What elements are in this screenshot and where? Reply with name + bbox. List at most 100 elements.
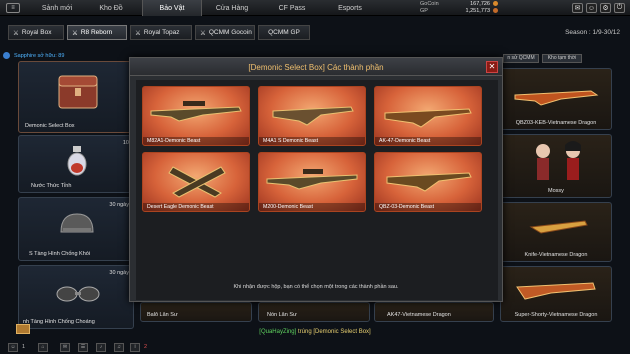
- item-label: Mossy: [548, 188, 564, 194]
- reward-item[interactable]: QBZ-03-Demonic Beast: [374, 152, 482, 212]
- item-label: nh Tàng Hình Chống Choáng: [23, 319, 95, 325]
- bottom-item-card[interactable]: Nón Lân Sư: [258, 302, 370, 322]
- modal-note: Khi nhận được hộp, bạn có thể chọn một t…: [233, 284, 399, 290]
- left-item-card[interactable]: 30 ngày S Tàng Hình Chống Khói: [18, 197, 134, 261]
- top-nav-bar: ≡ Sảnh mới Kho Đồ Bảo Vật Cửa Hàng CF Pa…: [0, 0, 630, 16]
- tab-r8-reborn[interactable]: ⚔ R8 Reborn: [67, 25, 127, 40]
- reward-item-label: Desert Eagle Demonic Beast: [143, 203, 249, 211]
- item-label: QBZ03-KEB-Vietnamese Dragon: [515, 120, 597, 126]
- pistol-icon: [168, 166, 226, 198]
- tab-qcmm-gp[interactable]: QCMM GP: [258, 25, 310, 40]
- tab-icon: ⚔: [200, 29, 206, 37]
- character-icon: [536, 141, 581, 180]
- tab-icon: ⚔: [13, 29, 19, 37]
- reward-item[interactable]: Desert Eagle Demonic Beast: [142, 152, 250, 212]
- modal-title: [Demonic Select Box] Các thành phần: [248, 63, 384, 72]
- season-label: Season : 1/9-30/12: [565, 29, 620, 36]
- nav-shop[interactable]: Cửa Hàng: [202, 0, 262, 16]
- item-label: Demonic Select Box: [25, 123, 75, 129]
- tab-label: Royal Topaz: [143, 29, 180, 36]
- rifle-icon: [514, 90, 599, 106]
- sniper-rifle-icon: [150, 101, 242, 122]
- mail-icon[interactable]: ✉: [60, 343, 70, 352]
- tab-royal-box[interactable]: ⚔ Royal Box: [8, 25, 64, 40]
- bottom-bar: [QuaHayZing] trúng [Demonic Select Box] …: [0, 324, 630, 354]
- right-item-card[interactable]: Super-Shorty-Vietnamese Dragon: [500, 266, 612, 322]
- right-item-card[interactable]: Mossy: [500, 134, 612, 198]
- assault-rifle-icon: [272, 106, 354, 126]
- bullpup-rifle-icon: [386, 172, 472, 192]
- gp-icon: [493, 8, 498, 13]
- item-label: Nước Thức Tỉnh: [31, 183, 72, 189]
- user-icon[interactable]: ☺: [586, 3, 597, 13]
- modal-body: M82A1-Demonic Beast M4A1 S Demonic Beast…: [136, 80, 498, 300]
- left-item-card[interactable]: Demonic Select Box: [18, 61, 134, 133]
- left-item-card[interactable]: 30 ngày nh Tàng Hình Chống Choáng: [18, 265, 134, 329]
- nav-esports[interactable]: Esports: [322, 0, 378, 16]
- treasure-chest-icon: [58, 75, 98, 109]
- item-label: S Tàng Hình Chống Khói: [29, 251, 91, 257]
- shotgun-icon: [516, 282, 596, 300]
- sapphire-icon: [3, 52, 10, 59]
- nav-treasure[interactable]: Bảo Vật: [142, 0, 202, 16]
- history-button[interactable]: n sử QCMM: [503, 54, 539, 63]
- chat-icon[interactable]: ☰: [78, 343, 88, 352]
- right-item-card[interactable]: QBZ03-KEB-Vietnamese Dragon: [500, 68, 612, 130]
- clan-icon[interactable]: ⌂: [38, 343, 48, 352]
- bottom-item-card[interactable]: AK47-Vietnamese Dragon: [374, 302, 494, 322]
- gocoin-icon: [493, 1, 498, 6]
- item-days: 30 ngày: [109, 270, 129, 276]
- friends-icon[interactable]: ☺: [8, 343, 18, 352]
- close-button[interactable]: ✕: [486, 61, 498, 73]
- chest-icon[interactable]: [16, 324, 30, 334]
- mail-icon[interactable]: ✉: [572, 3, 583, 13]
- ak47-icon: [384, 108, 472, 128]
- chat-announcement: [QuaHayZing] trúng [Demonic Select Box]: [0, 329, 630, 335]
- modal-header: [Demonic Select Box] Các thành phần ✕: [130, 58, 502, 76]
- menu-icon[interactable]: ≡: [6, 3, 20, 13]
- count-label: 2: [144, 344, 148, 350]
- gocoin-label: GoCoin: [420, 1, 439, 7]
- item-label: Balô Lân Sư: [147, 312, 178, 318]
- chat-user: [QuaHayZing]: [259, 329, 297, 335]
- left-item-panel: Sapphire sở hữu: 89 Demonic Select Box 1…: [3, 51, 134, 337]
- reward-item-label: QBZ-03-Demonic Beast: [375, 203, 481, 211]
- tab-label: R8 Reborn: [80, 29, 113, 36]
- item-days: 30 ngày: [109, 202, 129, 208]
- temp-storage-button[interactable]: Kho tạm thời: [542, 54, 582, 63]
- reward-item-label: M4A1 S Demonic Beast: [259, 137, 365, 145]
- nav-inventory[interactable]: Kho Đồ: [86, 0, 136, 16]
- gocoin-value: 167,726: [470, 1, 490, 7]
- tab-icon: ⚔: [72, 29, 78, 37]
- nav-cf-pass[interactable]: CF Pass: [262, 0, 322, 16]
- sniper-rifle-icon: [266, 169, 358, 190]
- knife-icon: [529, 220, 588, 234]
- settings-gear-icon[interactable]: ⚙: [600, 3, 611, 13]
- potion-icon: [67, 146, 87, 176]
- reward-item[interactable]: M4A1 S Demonic Beast: [258, 86, 366, 146]
- reward-item[interactable]: M200-Demonic Beast: [258, 152, 366, 212]
- reward-item-label: AK-47-Demonic Beast: [375, 137, 481, 145]
- reward-item[interactable]: AK-47-Demonic Beast: [374, 86, 482, 146]
- tab-label: Royal Box: [21, 29, 52, 36]
- left-item-card[interactable]: 10 Nước Thức Tỉnh: [18, 135, 134, 193]
- chat-text: trúng [Demonic Select Box]: [296, 329, 371, 335]
- sapphire-count: Sapphire sở hữu: 89: [14, 53, 65, 59]
- item-label: Super-Shorty-Vietnamese Dragon: [514, 312, 598, 318]
- info-icon[interactable]: i: [130, 343, 140, 352]
- right-item-card[interactable]: Knife-Vietnamese Dragon: [500, 202, 612, 262]
- item-label: Knife-Vietnamese Dragon: [524, 252, 588, 258]
- currency-display: GoCoin 167,726 GP 1,251,773: [420, 1, 498, 15]
- reward-item[interactable]: M82A1-Demonic Beast: [142, 86, 250, 146]
- nav-lobby[interactable]: Sảnh mới: [28, 0, 86, 16]
- bottom-item-card[interactable]: Balô Lân Sư: [140, 302, 252, 322]
- item-label: AK47-Vietnamese Dragon: [387, 312, 451, 318]
- tab-qcmm-gocoin[interactable]: ⚔ QCMM Gocoin: [195, 25, 255, 40]
- power-icon[interactable]: ⏻: [614, 3, 625, 13]
- mic-icon[interactable]: ♪: [96, 343, 106, 352]
- box-tabs: ⚔ Royal Box ⚔ R8 Reborn ⚔ Royal Topaz ⚔ QCMM…: [0, 25, 630, 41]
- volume-icon[interactable]: ♫: [114, 343, 124, 352]
- count-label: 1: [22, 344, 26, 350]
- tab-royal-topaz[interactable]: ⚔ Royal Topaz: [130, 25, 192, 40]
- gp-value: 1,251,773: [465, 8, 490, 14]
